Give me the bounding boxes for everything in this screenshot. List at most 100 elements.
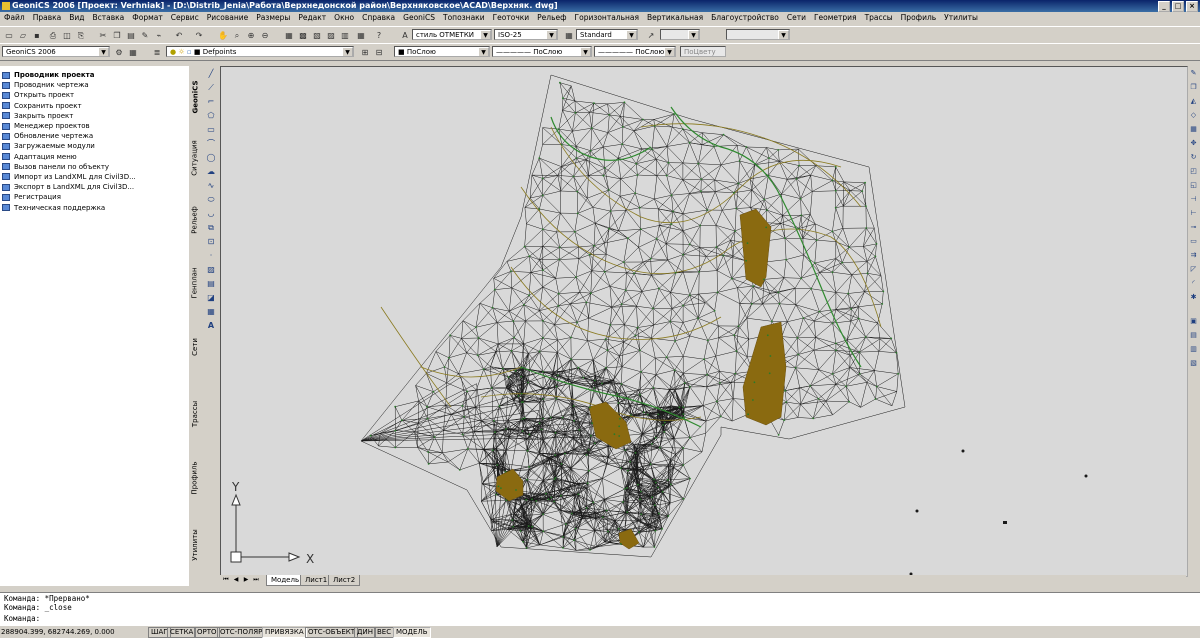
join-icon[interactable]: ⇉ xyxy=(1188,250,1199,261)
plotstyle-select[interactable]: ПоЦвету xyxy=(680,46,726,57)
tool-palettes-icon[interactable]: ▧ xyxy=(310,29,324,42)
maximize-button[interactable]: □ xyxy=(1172,1,1184,12)
undo-icon[interactable]: ↶ xyxy=(172,29,186,42)
tree-item[interactable]: Импорт из LandXML для Civil3D... xyxy=(2,172,136,182)
insert-block-icon[interactable]: ⧉ xyxy=(205,222,217,233)
tree-item[interactable]: Регистрация xyxy=(2,192,136,202)
publish-icon[interactable]: ⎘ xyxy=(74,29,88,42)
multileader-style-icon[interactable]: ↗ xyxy=(644,29,658,42)
trim-icon[interactable]: ⊣ xyxy=(1188,194,1199,205)
line-icon[interactable]: ╱ xyxy=(205,68,217,79)
gradient-icon[interactable]: ▤ xyxy=(205,278,217,289)
polyline-icon[interactable]: ⌐ xyxy=(205,96,217,107)
menu-item[interactable]: GeoniCS xyxy=(399,12,439,24)
status-toggle-button[interactable]: ОТС-ПОЛЯР xyxy=(217,627,266,638)
menu-item[interactable]: Сети xyxy=(783,12,810,24)
tree-item[interactable]: Обновление чертежа xyxy=(2,131,136,141)
sheet-set-icon[interactable]: ▨ xyxy=(324,29,338,42)
brush-icon[interactable]: ⌁ xyxy=(152,29,166,42)
offset-icon[interactable]: ◇ xyxy=(1188,110,1199,121)
rotate-icon[interactable]: ↻ xyxy=(1188,152,1199,163)
annotation-scale-select[interactable]: ▼ xyxy=(726,29,790,40)
menu-item[interactable]: Геометрия xyxy=(810,12,861,24)
new-file-icon[interactable]: ▭ xyxy=(2,29,16,42)
menu-item[interactable]: Редакт xyxy=(294,12,330,24)
move-icon[interactable]: ✥ xyxy=(1188,138,1199,149)
save-icon[interactable]: ▪ xyxy=(30,29,44,42)
layer-select[interactable]: ● ☼ ▫ ■ Defpoints ▼ xyxy=(166,46,354,57)
fillet-icon[interactable]: ◜ xyxy=(1188,278,1199,289)
menu-item[interactable]: Утилиты xyxy=(940,12,982,24)
color-select[interactable]: ■ ПоСлою ▼ xyxy=(394,46,490,57)
help-icon[interactable]: ? xyxy=(372,29,386,42)
tree-item[interactable]: Техническая поддержка xyxy=(2,202,136,212)
copy-icon[interactable]: ❐ xyxy=(110,29,124,42)
table-icon[interactable]: ▦ xyxy=(205,306,217,317)
stretch-icon[interactable]: ◱ xyxy=(1188,180,1199,191)
tree-item[interactable]: Проводник проекта xyxy=(2,70,136,80)
menu-item[interactable]: Правка xyxy=(29,12,66,24)
menu-item[interactable]: Справка xyxy=(358,12,399,24)
zoom-realtime-icon[interactable]: ⌕ xyxy=(230,29,244,42)
tree-item[interactable]: Менеджер проектов xyxy=(2,121,136,131)
workspace-select[interactable]: GeoniCS 2006 ▼ xyxy=(2,46,110,57)
tree-item[interactable]: Экспорт в LandXML для Civil3D... xyxy=(2,182,136,192)
side-tab[interactable]: Ситуация xyxy=(189,130,201,186)
draworder-under-icon[interactable]: ▧ xyxy=(1188,358,1199,369)
tree-item[interactable]: Вызов панели по объекту xyxy=(2,162,136,172)
zoom-window-icon[interactable]: ⊕ xyxy=(244,29,258,42)
markup-icon[interactable]: ▥ xyxy=(338,29,352,42)
prev-tab-icon[interactable]: ◀ xyxy=(232,576,240,584)
menu-item[interactable]: Формат xyxy=(128,12,166,24)
polygon-icon[interactable]: ⬠ xyxy=(205,110,217,121)
menu-item[interactable]: Размеры xyxy=(252,12,294,24)
dim-style-select[interactable]: ISO-25 ▼ xyxy=(494,29,558,40)
rectangle-icon[interactable]: ▭ xyxy=(205,124,217,135)
match-properties-icon[interactable]: ✎ xyxy=(138,29,152,42)
zoom-previous-icon[interactable]: ⊖ xyxy=(258,29,272,42)
text-style-select[interactable]: стиль ОТМЕТКИ ▼ xyxy=(412,29,492,40)
drawing-canvas[interactable]: Y X xyxy=(220,66,1188,577)
table-style-select[interactable]: Standard ▼ xyxy=(576,29,638,40)
menu-item[interactable]: Окно xyxy=(330,12,358,24)
point-icon[interactable]: · xyxy=(205,250,217,261)
menu-item[interactable]: Сервис xyxy=(167,12,203,24)
close-button[interactable]: × xyxy=(1186,1,1198,12)
tree-item[interactable]: Закрыть проект xyxy=(2,111,136,121)
lineweight-select[interactable]: ————— ПоСлою ▼ xyxy=(594,46,676,57)
copy-object-icon[interactable]: ❐ xyxy=(1188,82,1199,93)
paste-icon[interactable]: ▤ xyxy=(124,29,138,42)
side-tab[interactable]: Профиль xyxy=(189,450,201,506)
tab-sheet2[interactable]: Лист2 xyxy=(328,575,361,586)
revision-cloud-icon[interactable]: ☁ xyxy=(205,166,217,177)
properties-icon[interactable]: ▦ xyxy=(282,29,296,42)
menu-item[interactable]: Файл xyxy=(0,12,29,24)
command-prompt[interactable]: Команда: xyxy=(4,614,40,623)
tab-model[interactable]: Модель xyxy=(266,575,305,586)
status-toggle-button[interactable]: ДИН xyxy=(354,627,376,638)
layer-manager-icon[interactable]: ≣ xyxy=(150,46,164,59)
hatch-icon[interactable]: ▨ xyxy=(205,264,217,275)
circle-icon[interactable]: ◯ xyxy=(205,152,217,163)
status-toggle-button[interactable]: ОТС-ОБЪЕКТ xyxy=(305,627,359,638)
multiline-text-icon[interactable]: A xyxy=(205,320,217,331)
scale-icon[interactable]: ◰ xyxy=(1188,166,1199,177)
side-tab[interactable]: GeoniCS xyxy=(189,70,201,124)
menu-item[interactable]: Рельеф xyxy=(533,12,570,24)
side-tab[interactable]: Сети xyxy=(189,316,201,378)
last-tab-icon[interactable]: ⏭ xyxy=(252,576,260,584)
side-tab[interactable]: Генплан xyxy=(189,256,201,310)
calculator-icon[interactable]: ▦ xyxy=(354,29,368,42)
explode-icon[interactable]: ✱ xyxy=(1188,292,1199,303)
menu-item[interactable]: Вставка xyxy=(89,12,129,24)
menu-item[interactable]: Горизонтальная xyxy=(571,12,643,24)
table-style-icon[interactable]: ▦ xyxy=(562,29,576,42)
ellipse-icon[interactable]: ⬭ xyxy=(205,194,217,205)
tree-item[interactable]: Проводник чертежа xyxy=(2,80,136,90)
status-toggle-button[interactable]: СЕТКА xyxy=(167,627,197,638)
menu-item[interactable]: Рисование xyxy=(203,12,253,24)
redo-icon[interactable]: ↷ xyxy=(192,29,206,42)
region-icon[interactable]: ◪ xyxy=(205,292,217,303)
draworder-above-icon[interactable]: ▥ xyxy=(1188,344,1199,355)
status-toggle-button[interactable]: МОДЕЛЬ xyxy=(393,627,431,638)
